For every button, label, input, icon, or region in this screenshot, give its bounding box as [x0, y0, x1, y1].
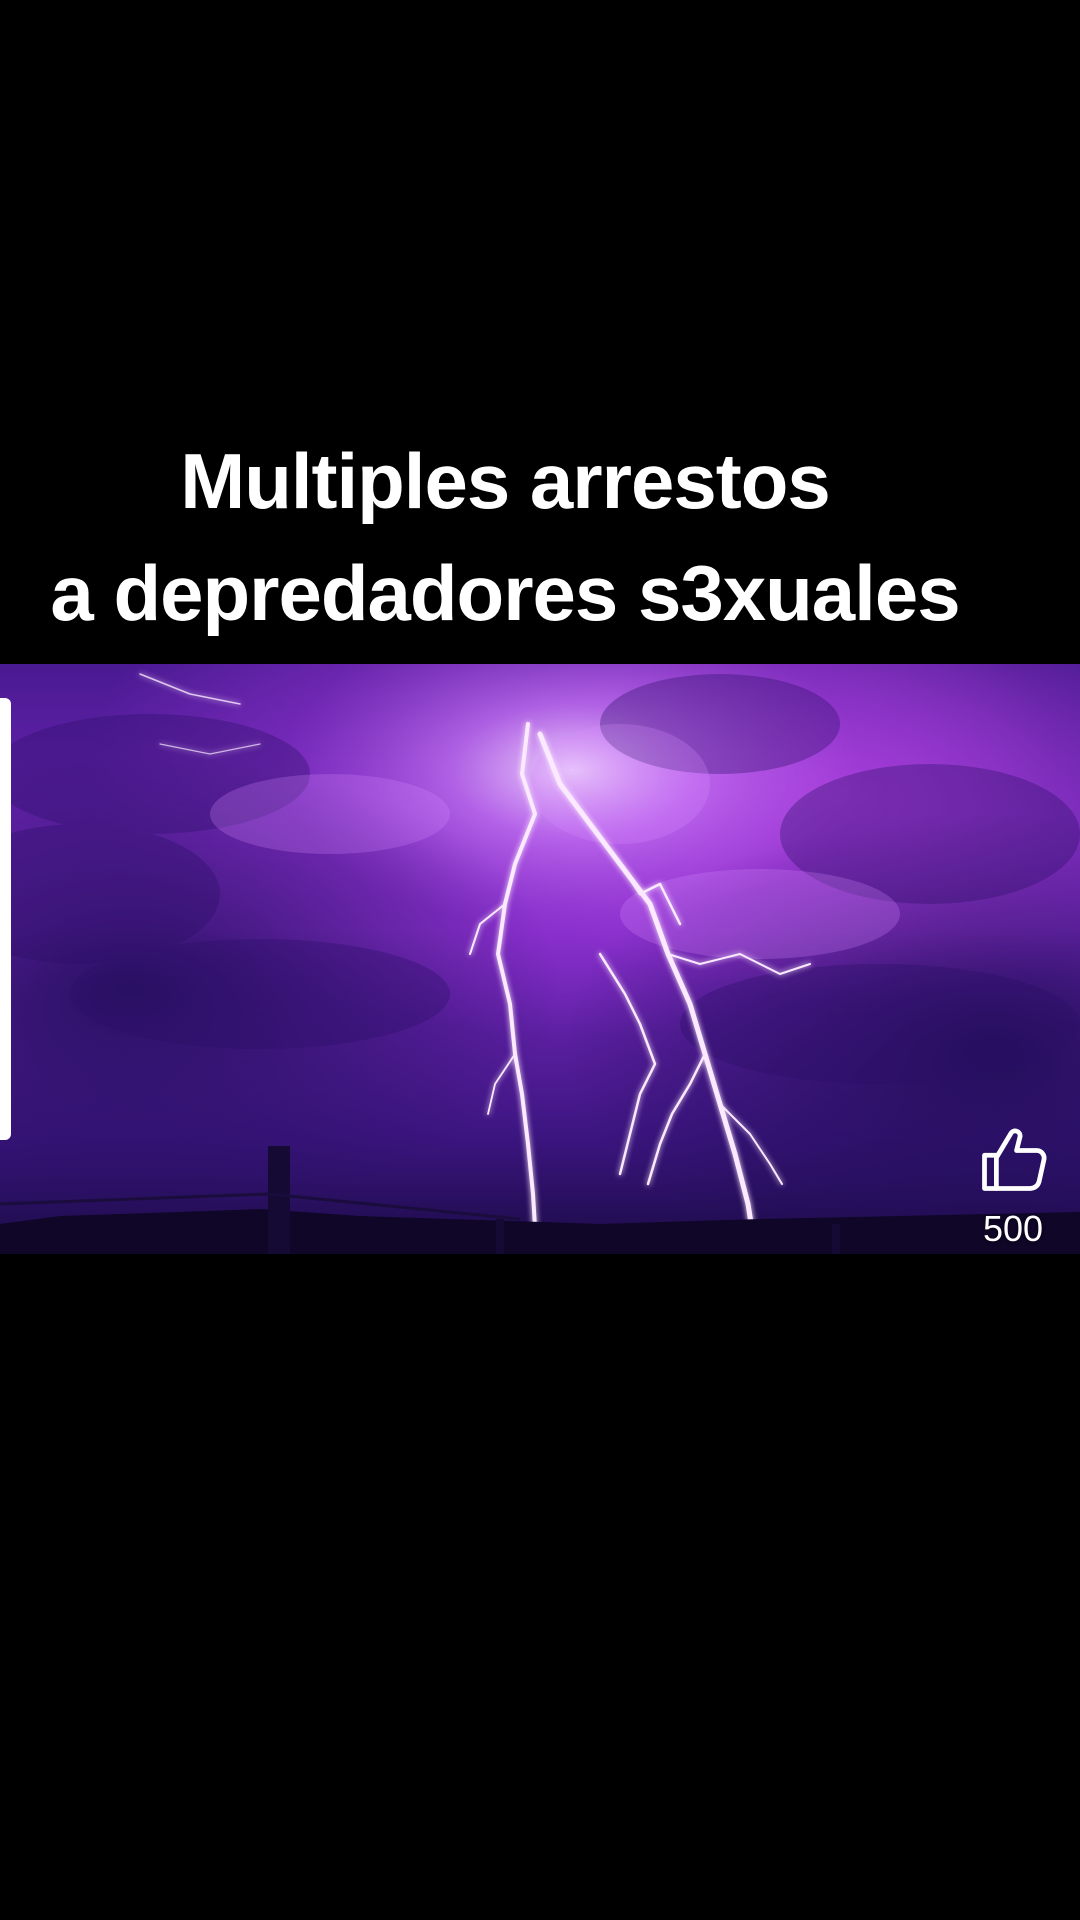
video-screen[interactable]: Multiples arrestos a depredadores s3xual… [0, 0, 1080, 1920]
caption-line-1: Multiples arrestos [180, 437, 831, 525]
side-panel-handle[interactable] [0, 698, 11, 1140]
like-button[interactable]: 500 [968, 1122, 1058, 1250]
caption-line-2: a depredadores s3xuales [50, 549, 960, 637]
video-caption: Multiples arrestos a depredadores s3xual… [0, 425, 1010, 649]
thumbs-up-icon [982, 1128, 1047, 1191]
like-count: 500 [982, 1208, 1044, 1249]
lightning-storm-image [0, 664, 1080, 1254]
